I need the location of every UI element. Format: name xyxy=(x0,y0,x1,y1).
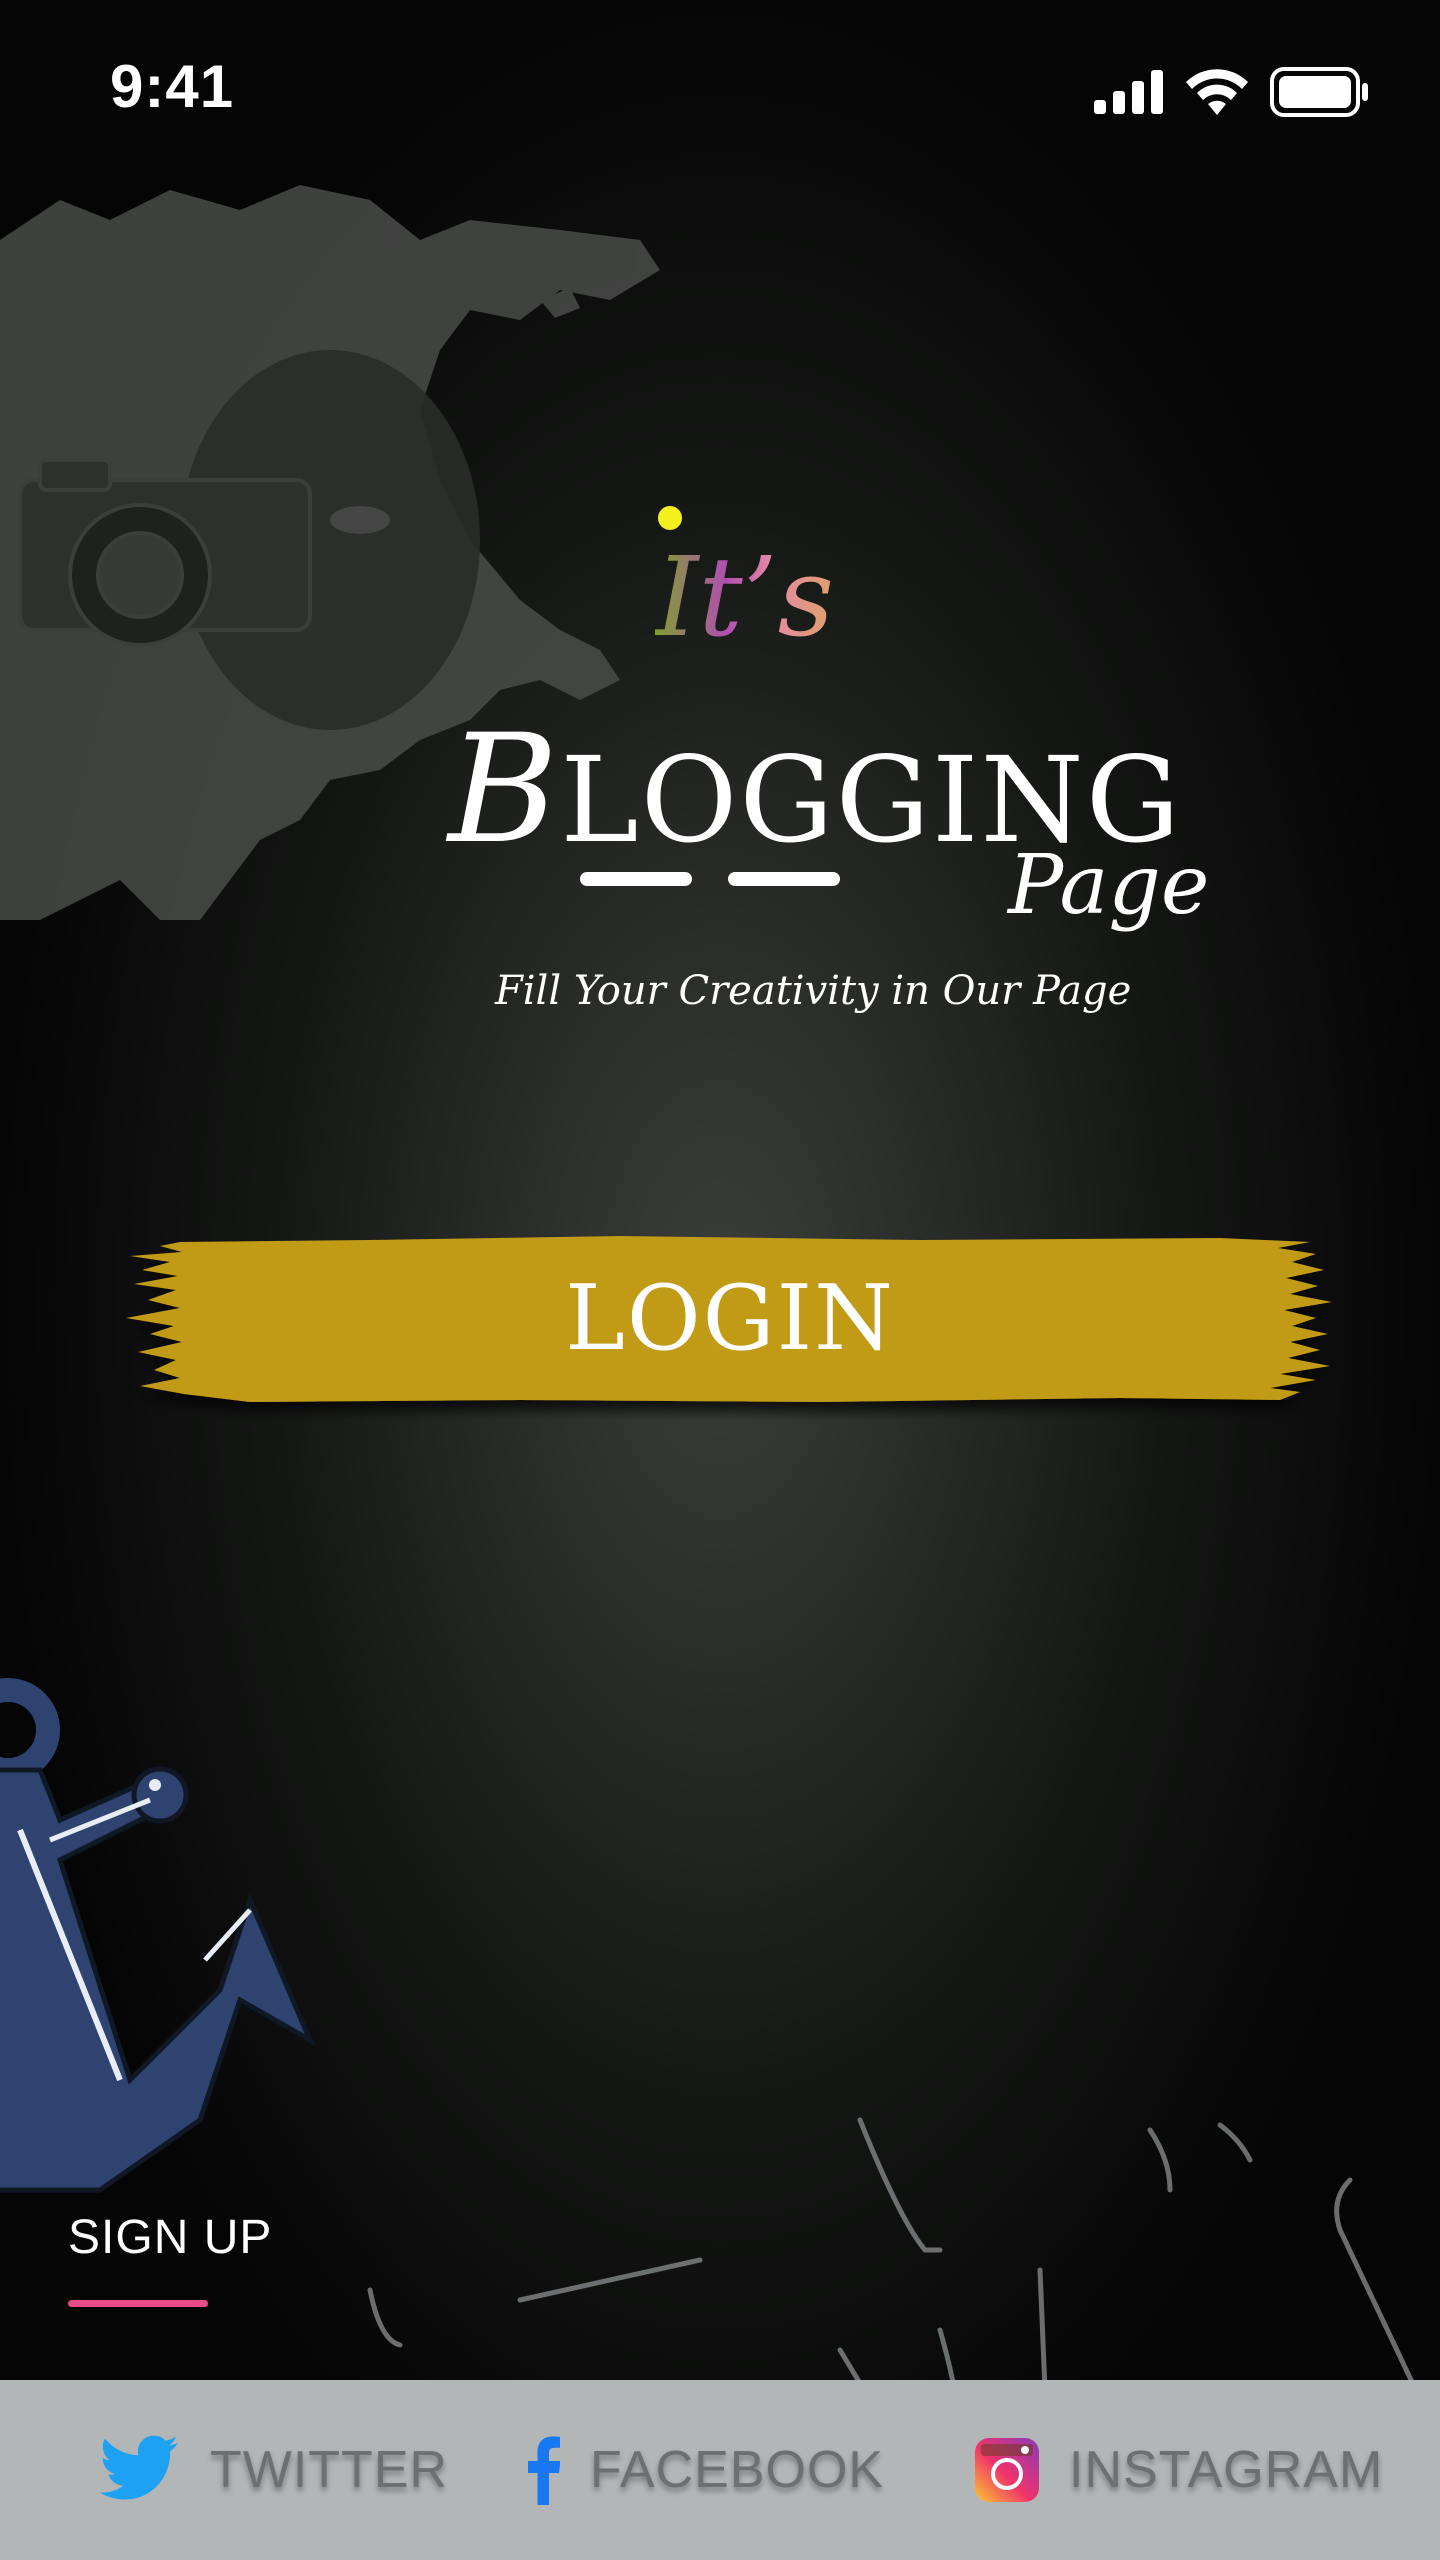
its-text: It’s xyxy=(655,533,835,661)
twitter-bird-icon xyxy=(100,2435,180,2505)
title-underline-right xyxy=(728,872,840,886)
social-bar: TWITTER FACEBOOK INSTAGRAM xyxy=(0,2380,1440,2560)
instagram-label: INSTAGRAM xyxy=(1069,2441,1384,2499)
battery-icon xyxy=(1270,67,1368,117)
cellular-signal-icon xyxy=(1094,70,1163,114)
status-icons xyxy=(1094,62,1370,122)
twitter-link[interactable]: TWITTER xyxy=(100,2380,448,2560)
facebook-link[interactable]: FACEBOOK xyxy=(528,2380,884,2560)
instagram-link[interactable]: INSTAGRAM xyxy=(975,2380,1383,2560)
title-underline-left xyxy=(580,872,692,886)
status-time: 9:41 xyxy=(110,53,235,120)
tagline: Fill Your Creativity in Our Page xyxy=(495,968,1132,1014)
login-button[interactable]: LOGIN xyxy=(120,1230,1340,1420)
anchor-illustration xyxy=(0,1678,316,2193)
page-word: Page xyxy=(1008,838,1210,933)
login-label: LOGIN xyxy=(565,1265,895,1371)
instagram-camera-icon xyxy=(975,2438,1039,2502)
its-dot-icon xyxy=(658,506,682,530)
sign-up-link[interactable]: SIGN UP xyxy=(68,2210,272,2265)
status-bar: 9:41 xyxy=(0,0,1440,180)
sign-up-underline xyxy=(68,2300,208,2307)
twitter-label: TWITTER xyxy=(210,2441,449,2499)
blogging-title-initial: B xyxy=(448,703,561,877)
login-screen: 9:41 It’s BLOGGING Page Fill Your Creati… xyxy=(0,0,1440,2560)
facebook-label: FACEBOOK xyxy=(590,2441,885,2499)
facebook-f-icon xyxy=(528,2435,560,2505)
app-logo: It’s BLOGGING Page Fill Your Creativity … xyxy=(440,500,1209,1060)
wifi-icon xyxy=(1186,69,1248,115)
